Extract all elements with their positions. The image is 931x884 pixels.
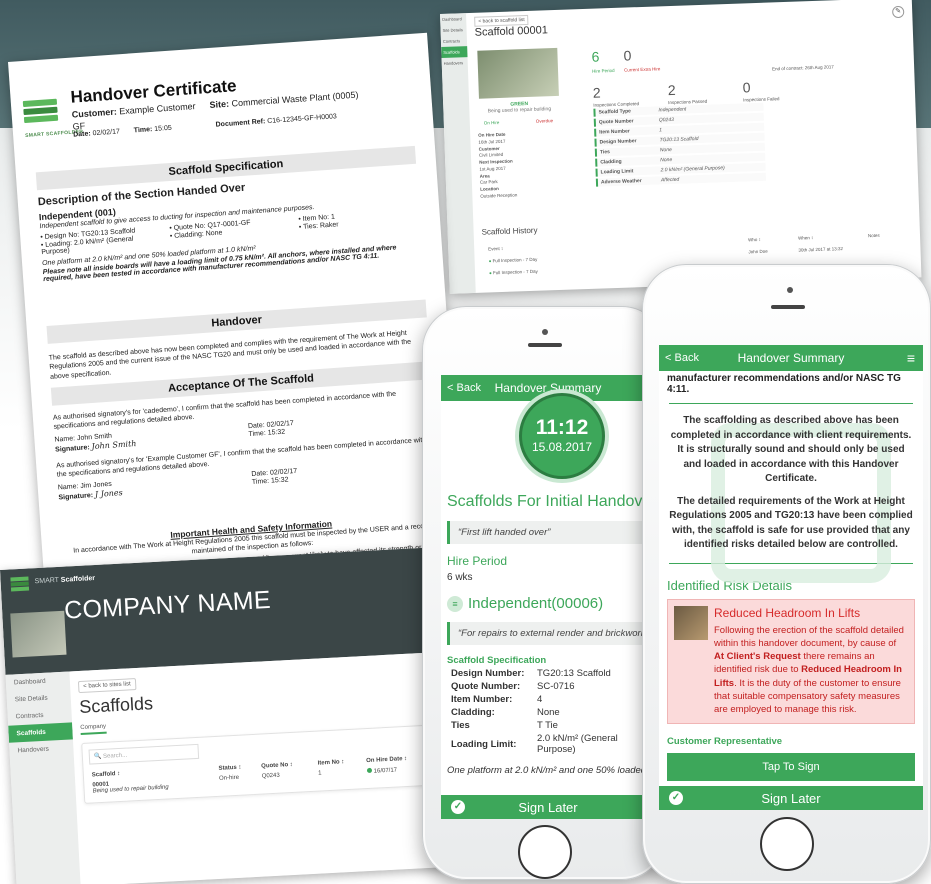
hire-period-value: 6: [591, 48, 600, 65]
risk-photo: [674, 605, 708, 640]
check-icon: ✓: [669, 791, 683, 805]
inspections-failed-value: 0: [742, 79, 751, 96]
scaffold-name: Independent(00006): [468, 595, 604, 612]
search-input[interactable]: 🔍 Search...: [88, 743, 200, 765]
risk-card: Reduced Headroom In Lifts Following the …: [667, 598, 915, 724]
back-to-sites-button[interactable]: < back to sites list: [77, 678, 137, 694]
history-col-who[interactable]: Who ↕: [748, 237, 761, 242]
dashboard-main: < back to sites list Scaffolds Company 🔍…: [69, 651, 467, 884]
scaffold-item[interactable]: ≡ Independent(00006): [447, 595, 655, 612]
home-button[interactable]: [518, 825, 572, 879]
scaffold-title: Scaffold 00001: [474, 24, 549, 39]
home-button[interactable]: [760, 817, 814, 871]
scaffolds-list-screen: SMART Scaffolder COMPANY NAME Dashboard …: [0, 546, 467, 884]
extra-hire-value: 0: [623, 47, 632, 64]
nav-title: Handover Summary: [494, 381, 602, 395]
spec-title: Scaffold Specification: [447, 655, 547, 666]
camera-icon: [787, 287, 793, 293]
history-col-notes: Notes: [867, 232, 880, 239]
web-nav-handovers[interactable]: Handovers: [442, 57, 468, 69]
brand-logo-icon: [10, 576, 30, 592]
inspections-completed-value: 2: [592, 84, 601, 101]
phone-1-body: Scaffolds For Initial Handover “First li…: [447, 493, 655, 776]
back-button[interactable]: < Back: [447, 382, 481, 394]
back-button[interactable]: < Back: [665, 352, 699, 364]
camera-icon: [542, 329, 548, 335]
tab-company[interactable]: Company: [80, 723, 107, 736]
search-icon: 🔍: [93, 753, 102, 761]
history-col-when[interactable]: When ↕: [798, 235, 813, 241]
hire-period-value: 6 wks: [447, 572, 473, 583]
platform-note: One platform at 2.0 kN/m² and one 50% lo…: [447, 765, 655, 776]
quote-2: “For repairs to external render and bric…: [447, 622, 655, 645]
scaffolds-table-card: 🔍 Search... Scaffold ↕ Status ↕ Quote No…: [81, 724, 444, 804]
handover-time: 11:12: [535, 416, 589, 439]
handover-certificate: SMART SCAFFOLDER Handover Certificate Cu…: [8, 32, 467, 621]
spec-section: Scaffold Specification Description of th…: [35, 145, 423, 283]
spec-table: Design Number: TG20:13 Scaffold Quote Num…: [451, 668, 618, 755]
scaffold-photo: [477, 47, 559, 99]
scaffold-icon: ≡: [447, 595, 463, 612]
phone-1-screen: < Back Handover Summary 11:12 15.08.2017…: [441, 375, 655, 819]
tap-to-sign-button[interactable]: Tap To Sign: [667, 752, 915, 781]
sign-later-button[interactable]: ✓ Sign Later: [659, 786, 923, 810]
inspections-passed-value: 2: [667, 81, 676, 99]
signature-1: John Smith: [91, 438, 137, 451]
top-text: manufacturer recommendations and/or NASC…: [667, 373, 901, 395]
signature-2: J Jones: [94, 487, 123, 499]
customer-representative-label: Customer Representative: [667, 735, 783, 747]
hire-period-label: Hire Period: [592, 67, 615, 74]
scaffold-info: On Hire Date 16th Jul 2017 Customer Civi…: [478, 130, 570, 201]
company-name: COMPANY NAME: [63, 585, 272, 625]
handover-time-badge: 11:12 15.08.2017: [519, 393, 605, 479]
brand-name: SMART Scaffolder: [34, 575, 96, 586]
speaker-icon: [528, 343, 562, 347]
speaker-icon: [771, 305, 805, 309]
phone-2-screen: < Back Handover Summary ≡ manufacturer r…: [659, 345, 923, 810]
risk-heading: Reduced Headroom In Lifts: [714, 605, 861, 620]
handover-date: 15.08.2017: [531, 440, 593, 454]
scaffold-spec-list: Scaffold Type Independent Quote Number Q02…: [593, 102, 767, 189]
phone-2: < Back Handover Summary ≡ manufacturer r…: [642, 264, 931, 884]
check-icon: ✓: [451, 800, 465, 814]
on-hire-label: On Hire: [483, 119, 500, 126]
hire-period-label: Hire Period: [447, 554, 508, 568]
statement-2: The detailed requirements of the Work at…: [669, 495, 913, 551]
menu-icon[interactable]: ≡: [907, 350, 915, 366]
smart-scaffolder-logo: [22, 98, 59, 131]
phone-2-navbar: < Back Handover Summary ≡: [659, 345, 923, 371]
statement-1: The scaffolding as described above has b…: [670, 415, 912, 484]
acceptance-section: Acceptance Of The Scaffold As authorised…: [50, 361, 438, 504]
sign-later-button[interactable]: ✓ Sign Later: [441, 795, 655, 819]
quote-1: “First lift handed over”: [447, 521, 655, 544]
dashboard-sidebar: Dashboard Site Details Contracts Scaffol…: [5, 671, 81, 884]
section-heading: Scaffolds For Initial Handover: [447, 493, 655, 510]
nav-title: Handover Summary: [737, 351, 845, 365]
scaffold-detail-screen: Dashboard Site Details Contracts Scaffol…: [440, 0, 922, 294]
nav-handovers[interactable]: Handovers: [9, 739, 74, 759]
overdue-label: Overdue: [535, 118, 554, 124]
history-col-event[interactable]: Event ↕: [488, 246, 503, 252]
risk-text: Following the erection of the scaffold d…: [714, 624, 904, 716]
history-who: John Doe: [748, 248, 768, 255]
company-logo: [10, 610, 67, 658]
phone-1: < Back Handover Summary 11:12 15.08.2017…: [422, 306, 666, 880]
